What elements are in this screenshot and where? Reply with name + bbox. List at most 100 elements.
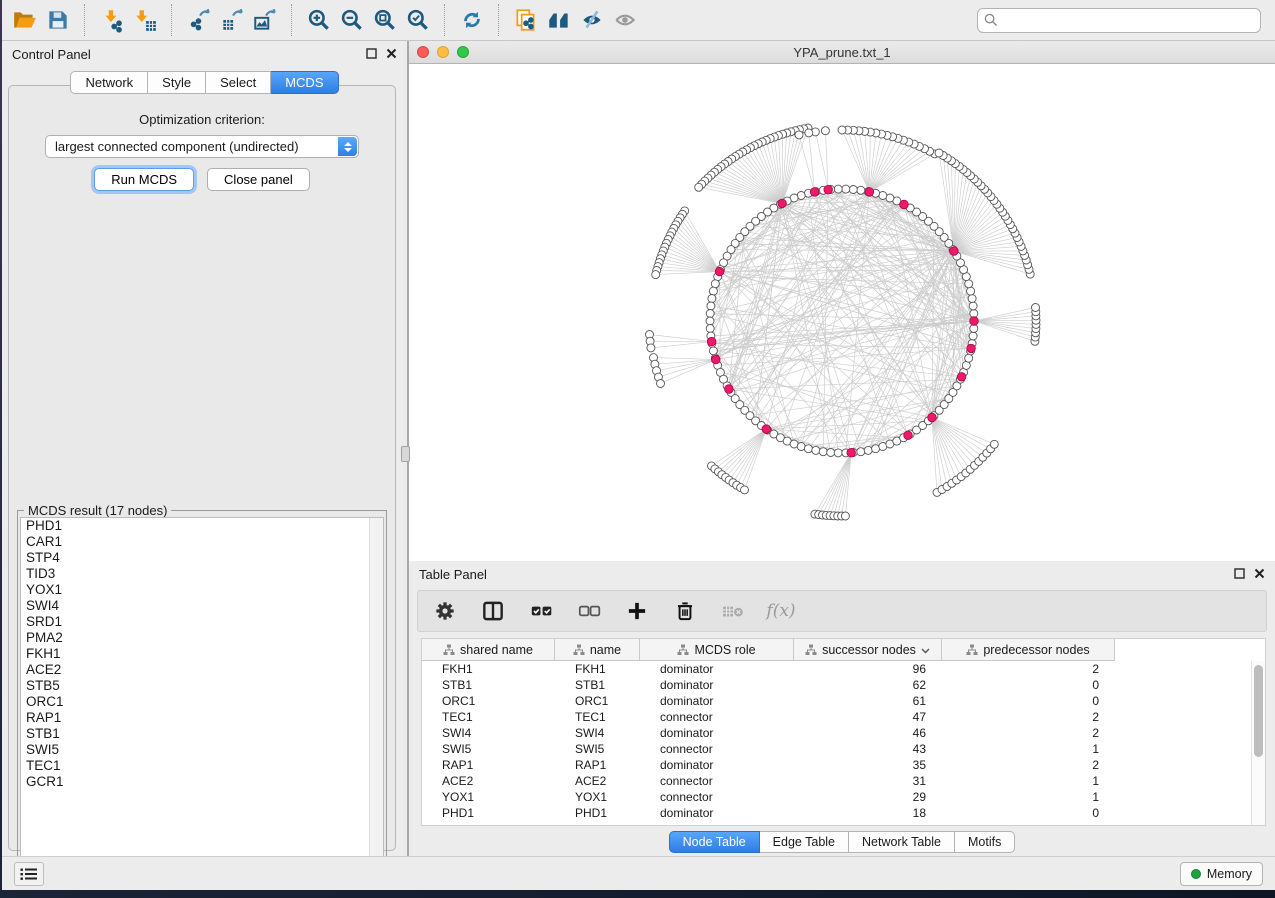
cell-name[interactable]: ORC1 <box>555 694 640 708</box>
cell-MCDS-role[interactable]: connector <box>640 742 794 756</box>
column-header-successor-nodes[interactable]: successor nodes <box>794 639 942 661</box>
hide-selected-icon[interactable] <box>576 4 607 37</box>
table-row[interactable]: ACE2ACE2connector311 <box>422 773 1251 789</box>
zoom-out-icon[interactable] <box>336 4 367 37</box>
panel-divider-handle[interactable] <box>401 446 410 462</box>
table-row[interactable]: PHD1PHD1dominator180 <box>422 805 1251 821</box>
cell-MCDS-role[interactable]: dominator <box>640 662 794 676</box>
mcds-result-item[interactable]: TEC1 <box>21 758 383 774</box>
mcds-result-item[interactable]: TID3 <box>21 566 383 582</box>
mcds-result-item[interactable]: ACE2 <box>21 662 383 678</box>
cell-MCDS-role[interactable]: connector <box>640 710 794 724</box>
open-session-icon[interactable] <box>9 4 40 37</box>
refresh-icon[interactable] <box>456 4 487 37</box>
mcds-result-item[interactable]: SWI4 <box>21 598 383 614</box>
task-history-button[interactable] <box>14 862 44 886</box>
table-row[interactable]: RAP1RAP1dominator352 <box>422 757 1251 773</box>
cell-MCDS-role[interactable]: dominator <box>640 726 794 740</box>
cell-MCDS-role[interactable]: dominator <box>640 758 794 772</box>
cell-successor-nodes[interactable]: 29 <box>794 790 942 804</box>
cell-name[interactable]: SWI5 <box>555 742 640 756</box>
cell-shared-name[interactable]: SWI4 <box>422 726 555 740</box>
cell-successor-nodes[interactable]: 43 <box>794 742 942 756</box>
cell-shared-name[interactable]: SWI5 <box>422 742 555 756</box>
tab-select[interactable]: Select <box>206 71 271 94</box>
tab-motifs[interactable]: Motifs <box>955 831 1015 853</box>
mcds-list-scrollbar[interactable] <box>369 518 383 874</box>
mcds-result-item[interactable]: STB5 <box>21 678 383 694</box>
cell-predecessor-nodes[interactable]: 2 <box>942 662 1115 676</box>
cell-successor-nodes[interactable]: 61 <box>794 694 942 708</box>
cell-shared-name[interactable]: RAP1 <box>422 758 555 772</box>
cell-predecessor-nodes[interactable]: 2 <box>942 726 1115 740</box>
close-table-panel-icon[interactable] <box>1254 567 1265 582</box>
table-scrollbar[interactable] <box>1251 661 1265 825</box>
column-header-predecessor-nodes[interactable]: predecessor nodes <box>942 639 1115 661</box>
cell-MCDS-role[interactable]: dominator <box>640 678 794 692</box>
table-row[interactable]: FKH1FKH1dominator962 <box>422 661 1251 677</box>
cell-successor-nodes[interactable]: 96 <box>794 662 942 676</box>
cell-MCDS-role[interactable]: connector <box>640 774 794 788</box>
cell-predecessor-nodes[interactable]: 0 <box>942 694 1115 708</box>
cell-name[interactable]: TEC1 <box>555 710 640 724</box>
close-panel-icon[interactable] <box>386 47 397 62</box>
mcds-result-item[interactable]: STB1 <box>21 726 383 742</box>
cell-successor-nodes[interactable]: 18 <box>794 806 942 820</box>
cell-MCDS-role[interactable]: connector <box>640 790 794 804</box>
optimization-criterion-select[interactable]: largest connected component (undirected) <box>45 135 359 158</box>
cell-name[interactable]: STB1 <box>555 678 640 692</box>
table-row[interactable]: TEC1TEC1connector472 <box>422 709 1251 725</box>
mcds-result-item[interactable]: SRD1 <box>21 614 383 630</box>
cell-name[interactable]: PHD1 <box>555 806 640 820</box>
column-header-MCDS-role[interactable]: MCDS role <box>640 639 794 661</box>
export-table-icon[interactable] <box>216 4 247 37</box>
cell-shared-name[interactable]: PHD1 <box>422 806 555 820</box>
mcds-result-item[interactable]: RAP1 <box>21 710 383 726</box>
show-all-icon[interactable] <box>609 4 640 37</box>
cell-MCDS-role[interactable]: dominator <box>640 694 794 708</box>
cell-successor-nodes[interactable]: 47 <box>794 710 942 724</box>
mcds-result-item[interactable]: CAR1 <box>21 534 383 550</box>
column-header-shared-name[interactable]: shared name <box>422 639 555 661</box>
import-table-icon[interactable] <box>129 4 160 37</box>
tab-node-table[interactable]: Node Table <box>669 831 760 853</box>
tab-style[interactable]: Style <box>148 71 206 94</box>
cell-successor-nodes[interactable]: 62 <box>794 678 942 692</box>
cell-name[interactable]: FKH1 <box>555 662 640 676</box>
settings-icon[interactable] <box>432 596 458 626</box>
memory-button[interactable]: Memory <box>1180 862 1263 886</box>
table-scrollbar-thumb[interactable] <box>1254 665 1263 757</box>
network-canvas[interactable] <box>409 64 1275 561</box>
mcds-result-item[interactable]: STP4 <box>21 550 383 566</box>
cell-name[interactable]: RAP1 <box>555 758 640 772</box>
tab-mcds[interactable]: MCDS <box>271 71 338 94</box>
table-row[interactable]: STB1STB1dominator620 <box>422 677 1251 693</box>
mcds-result-item[interactable]: SWI5 <box>21 742 383 758</box>
export-network-icon[interactable] <box>183 4 214 37</box>
float-table-panel-icon[interactable] <box>1234 567 1245 582</box>
cell-successor-nodes[interactable]: 31 <box>794 774 942 788</box>
cell-shared-name[interactable]: FKH1 <box>422 662 555 676</box>
network-search-input[interactable] <box>977 8 1261 33</box>
cell-successor-nodes[interactable]: 35 <box>794 758 942 772</box>
cell-name[interactable]: ACE2 <box>555 774 640 788</box>
table-row[interactable]: SWI5SWI5connector431 <box>422 741 1251 757</box>
cell-predecessor-nodes[interactable]: 2 <box>942 710 1115 724</box>
zoom-selected-icon[interactable] <box>402 4 433 37</box>
column-header-name[interactable]: name <box>555 639 640 661</box>
cell-shared-name[interactable]: TEC1 <box>422 710 555 724</box>
mcds-result-item[interactable]: PHD1 <box>21 518 383 534</box>
mcds-result-item[interactable]: YOX1 <box>21 582 383 598</box>
copy-network-icon[interactable] <box>510 4 541 37</box>
cell-predecessor-nodes[interactable]: 1 <box>942 742 1115 756</box>
cell-shared-name[interactable]: ORC1 <box>422 694 555 708</box>
table-row[interactable]: ORC1ORC1dominator610 <box>422 693 1251 709</box>
add-row-icon[interactable] <box>624 596 650 626</box>
run-mcds-button[interactable]: Run MCDS <box>94 168 194 191</box>
close-panel-button[interactable]: Close panel <box>207 168 310 191</box>
zoom-in-icon[interactable] <box>303 4 334 37</box>
function-builder-icon[interactable]: f(x) <box>768 596 794 626</box>
export-image-icon[interactable] <box>249 4 280 37</box>
cell-predecessor-nodes[interactable]: 1 <box>942 774 1115 788</box>
cell-predecessor-nodes[interactable]: 0 <box>942 678 1115 692</box>
